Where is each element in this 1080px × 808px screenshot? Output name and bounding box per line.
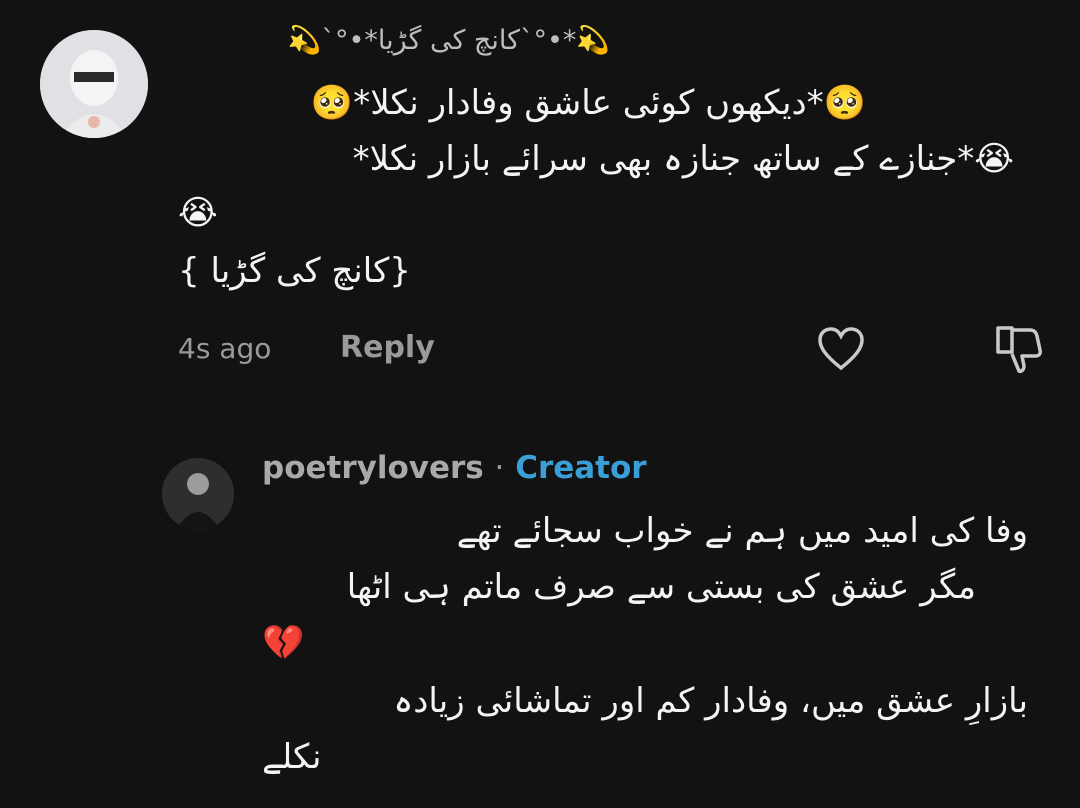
avatar[interactable] <box>40 30 148 138</box>
comment-text-line: 😭 <box>178 193 218 233</box>
creator-badge: Creator <box>515 450 647 486</box>
comment-text-line: مگر عشق کی بستی سے صرف ماتم ہی اٹھا <box>346 567 976 607</box>
reply-button[interactable]: Reply <box>340 330 435 365</box>
comment-text-line: نکلے <box>262 737 322 777</box>
comment-text-line: بازارِ عشق میں، وفادار کم اور تماشائی زی… <box>393 681 1028 721</box>
comment-author-line: poetrylovers · Creator <box>262 450 647 486</box>
separator-dot: · <box>494 450 505 486</box>
comment-text-line: 😭*جنازے کے ساتھ جنازہ بھی سرائے بازار نک… <box>352 139 1014 179</box>
comment-text-line: 💔 <box>262 623 305 663</box>
comment-text-line: 🥺*دیکھوں کوئی عاشق وفادار نکلا*🥺 <box>310 83 866 123</box>
dislike-thumb-icon[interactable] <box>990 322 1044 380</box>
comment-text-line: {کانچ کی گڑیا } <box>178 251 411 291</box>
comment-username[interactable]: 💫*•°`کانچ کی گڑیا*•°`💫 <box>288 24 610 56</box>
avatar[interactable] <box>162 458 234 530</box>
comment-username[interactable]: poetrylovers <box>262 450 484 486</box>
comment-timestamp: 4s ago <box>178 332 272 365</box>
like-heart-icon[interactable] <box>816 326 866 376</box>
comment-text-line: وفا کی امید میں ہم نے خواب سجائے تھے <box>456 511 1028 551</box>
